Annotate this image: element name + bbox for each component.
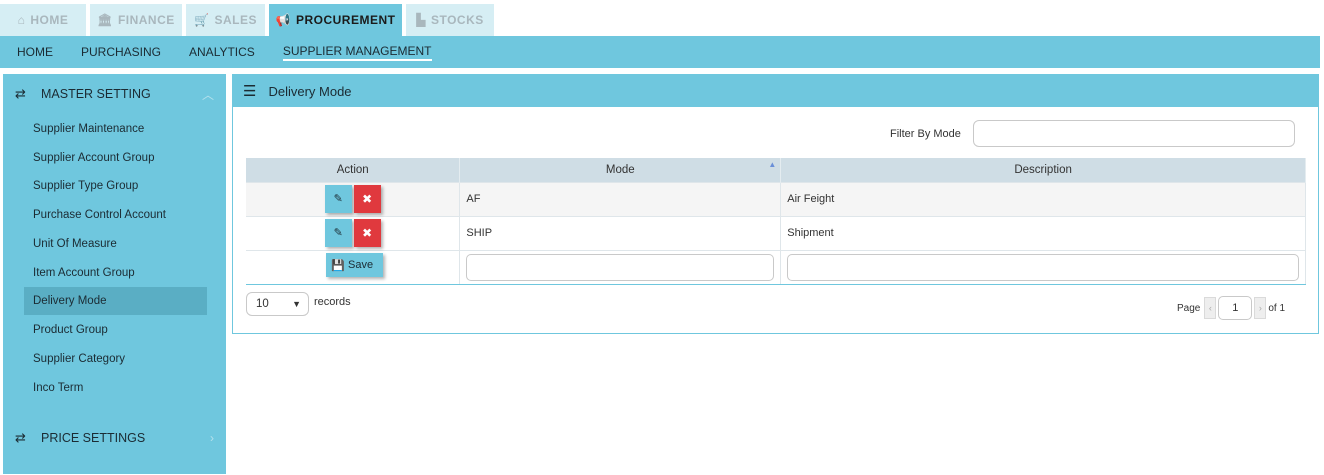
delivery-mode-table: Action Mode ▲ Description ✎ ✖ AF Air Feig…	[246, 158, 1306, 285]
table-row: ✎ ✖ AF Air Feight	[246, 181, 1306, 216]
subnav-home[interactable]: HOME	[17, 45, 53, 59]
sidebar-master-setting-header[interactable]: ⇄ MASTER SETTING ︿	[3, 74, 226, 114]
next-page-button[interactable]: ›	[1254, 297, 1267, 319]
tab-sales-label: SALES	[214, 13, 257, 27]
sidebar: ⇄ MASTER SETTING ︿ Supplier Maintenance …	[3, 74, 226, 474]
subnav-purchasing[interactable]: PURCHASING	[81, 45, 161, 59]
floppy-disk-icon: 💾	[331, 259, 346, 272]
panel-header: ☰ Delivery Mode	[233, 75, 1318, 107]
page-label: Page	[1177, 302, 1201, 314]
sort-ascending-icon: ▲	[768, 160, 777, 169]
column-header-mode-label: Mode	[605, 163, 635, 176]
panel-title: Delivery Mode	[268, 83, 352, 99]
column-header-description: Description	[780, 158, 1306, 182]
previous-page-button[interactable]: ‹	[1204, 297, 1217, 319]
sidebar-item-delivery-mode[interactable]: Delivery Mode	[24, 287, 207, 315]
subnav-supplier-management[interactable]: SUPPLIER MANAGEMENT	[282, 44, 432, 61]
cell-description: Shipment	[780, 215, 1306, 250]
filter-by-mode-input[interactable]	[973, 120, 1295, 147]
tab-finance[interactable]: 🏛 FINANCE	[90, 4, 182, 36]
tab-home-label: HOME	[30, 13, 69, 27]
cell-mode: AF	[459, 181, 782, 216]
module-tabs: ⌂ HOME 🏛 FINANCE 🛒 SALES 📢 PROCUREMENT ▙…	[0, 4, 498, 36]
chevron-right-icon: ›	[210, 431, 214, 445]
table-row: ✎ ✖ SHIP Shipment	[246, 215, 1306, 250]
column-header-mode[interactable]: Mode ▲	[459, 158, 782, 182]
tab-procurement[interactable]: 📢 PROCUREMENT	[269, 4, 402, 36]
sub-navigation: HOME PURCHASING ANALYTICS SUPPLIER MANAG…	[0, 36, 1320, 68]
row-actions: ✎ ✖	[246, 215, 461, 250]
hamburger-menu-icon[interactable]: ☰	[243, 82, 256, 100]
save-button-label: Save	[348, 259, 374, 271]
edit-button[interactable]: ✎	[324, 219, 352, 247]
tab-stocks[interactable]: ▙ STOCKS	[406, 4, 494, 36]
edit-button[interactable]: ✎	[324, 185, 352, 213]
sidebar-item-purchase-control-account[interactable]: Purchase Control Account	[24, 201, 207, 229]
sidebar-item-supplier-account-group[interactable]: Supplier Account Group	[24, 144, 207, 172]
bar-chart-icon: ▙	[416, 13, 426, 27]
tab-finance-label: FINANCE	[117, 13, 175, 27]
sidebar-master-setting-title: MASTER SETTING	[41, 87, 151, 101]
delete-button[interactable]: ✖	[353, 219, 381, 247]
new-description-cell	[780, 249, 1306, 285]
sidebar-item-unit-of-measure[interactable]: Unit Of Measure	[24, 230, 207, 258]
row-actions: ✎ ✖	[246, 181, 461, 216]
cart-icon: 🛒	[194, 13, 210, 27]
subnav-analytics[interactable]: ANALYTICS	[189, 45, 255, 59]
home-icon: ⌂	[17, 13, 26, 27]
sidebar-item-supplier-type-group[interactable]: Supplier Type Group	[24, 172, 207, 200]
exchange-icon: ⇄	[15, 430, 26, 445]
sidebar-item-item-account-group[interactable]: Item Account Group	[24, 259, 207, 287]
cell-description: Air Feight	[780, 181, 1306, 216]
sidebar-item-product-group[interactable]: Product Group	[24, 316, 207, 344]
delivery-mode-panel: ☰ Delivery Mode Filter By Mode Action Mo…	[232, 74, 1319, 334]
new-description-input[interactable]	[787, 253, 1299, 281]
sidebar-price-settings-title: PRICE SETTINGS	[41, 431, 146, 445]
pagination: Page ‹ 1 › of 1	[1177, 296, 1285, 320]
chevron-left-icon: ‹	[1208, 303, 1212, 313]
current-page-input[interactable]: 1	[1218, 296, 1253, 320]
tab-sales[interactable]: 🛒 SALES	[186, 4, 265, 36]
tab-procurement-label: PROCUREMENT	[295, 13, 396, 27]
bank-icon: 🏛	[97, 13, 113, 27]
delete-button[interactable]: ✖	[353, 185, 381, 213]
table-header-row: Action Mode ▲ Description	[246, 158, 1306, 182]
chevron-down-icon: ▼	[292, 299, 301, 309]
save-button[interactable]: 💾 Save	[326, 253, 384, 277]
bullhorn-icon: 📢	[275, 13, 291, 27]
filter-label: Filter By Mode	[890, 128, 961, 140]
sidebar-item-supplier-category[interactable]: Supplier Category	[24, 345, 207, 373]
tab-home[interactable]: ⌂ HOME	[0, 4, 86, 36]
tab-stocks-label: STOCKS	[430, 13, 484, 27]
cell-mode: SHIP	[459, 215, 782, 250]
chevron-up-icon: ︿	[201, 87, 214, 102]
records-label: records	[314, 296, 351, 308]
page-size-select[interactable]: 10 ▼	[246, 292, 309, 316]
column-header-action: Action	[246, 158, 461, 182]
new-mode-cell	[459, 249, 782, 285]
new-entry-row: 💾 Save	[246, 249, 1306, 285]
exchange-icon: ⇄	[15, 86, 26, 101]
sidebar-item-inco-term[interactable]: Inco Term	[24, 374, 207, 402]
sidebar-item-supplier-maintenance[interactable]: Supplier Maintenance	[24, 115, 207, 143]
sidebar-price-settings-header[interactable]: ⇄ PRICE SETTINGS ›	[3, 418, 226, 458]
new-mode-input[interactable]	[466, 253, 775, 281]
page-size-value: 10	[256, 298, 269, 310]
page-total-label: of 1	[1268, 302, 1286, 314]
chevron-right-icon: ›	[1258, 303, 1262, 313]
row-actions: 💾 Save	[246, 249, 461, 285]
